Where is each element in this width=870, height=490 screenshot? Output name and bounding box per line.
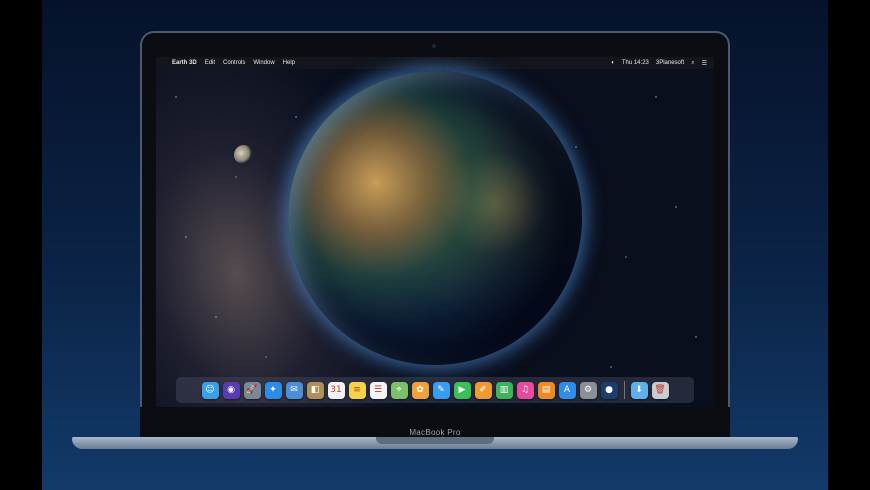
mail-icon[interactable]: ✉ (285, 381, 303, 399)
siri-icon[interactable]: ◉ (222, 381, 240, 399)
system-preferences-icon[interactable]: ⚙ (579, 381, 597, 399)
photos-icon[interactable]: ✿ (411, 381, 429, 399)
launchpad-icon[interactable]: 🚀 (243, 381, 261, 399)
reminders-icon[interactable]: ☰ (369, 381, 387, 399)
calendar-icon[interactable]: 31 (327, 381, 345, 399)
earth-3d-icon[interactable]: ● (600, 381, 618, 399)
finder-icon[interactable]: ☺ (201, 381, 219, 399)
menu-controls[interactable]: Controls (223, 60, 245, 66)
app-store-icon[interactable]: A (558, 381, 576, 399)
menu-bar: Earth 3D Edit Controls Window Help ◐ Thu… (156, 57, 714, 69)
clock[interactable]: Thu 14:23 (622, 60, 649, 66)
earth-shade (288, 71, 582, 365)
lid-opening-notch (376, 437, 494, 444)
safari-icon[interactable]: ✦ (264, 381, 282, 399)
dock: ☺ ◉ 🚀 ✦ ✉ ◧ 31 ≡ ☰ ⌖ ✿ ✎ ▶ ✐ ▥ ♫ ▤ A ⚙ ● ⬇ 🗑 (176, 377, 694, 403)
maps-icon[interactable]: ⌖ (390, 381, 408, 399)
screen: Earth 3D Edit Controls Window Help ◐ Thu… (156, 57, 714, 407)
itunes-icon[interactable]: ♫ (516, 381, 534, 399)
moon (234, 145, 254, 165)
menu-app-name[interactable]: Earth 3D (172, 60, 197, 66)
downloads-folder-icon[interactable]: ⬇ (630, 381, 648, 399)
messages-icon[interactable]: ✎ (432, 381, 450, 399)
user-name[interactable]: 3Planesoft (656, 60, 684, 66)
numbers-icon[interactable]: ▥ (495, 381, 513, 399)
contacts-icon[interactable]: ◧ (306, 381, 324, 399)
notification-center-icon[interactable]: ☰ (702, 60, 707, 67)
notes-icon[interactable]: ≡ (348, 381, 366, 399)
facetime-icon[interactable]: ▶ (453, 381, 471, 399)
status-area: ◐ Thu 14:23 3Planesoft ⌕ ☰ (611, 60, 714, 67)
camera-icon (432, 44, 436, 48)
spotlight-search-icon[interactable]: ⌕ (691, 60, 694, 67)
trash-icon[interactable]: 🗑 (651, 381, 669, 399)
dock-separator (623, 381, 625, 399)
device-label: MacBook Pro (409, 428, 461, 437)
globe-status-icon[interactable]: ◐ (611, 60, 615, 66)
pages-icon[interactable]: ✐ (474, 381, 492, 399)
menu-window[interactable]: Window (253, 60, 274, 66)
menu-help[interactable]: Help (283, 60, 295, 66)
ibooks-icon[interactable]: ▤ (537, 381, 555, 399)
menu-edit[interactable]: Edit (205, 60, 215, 66)
